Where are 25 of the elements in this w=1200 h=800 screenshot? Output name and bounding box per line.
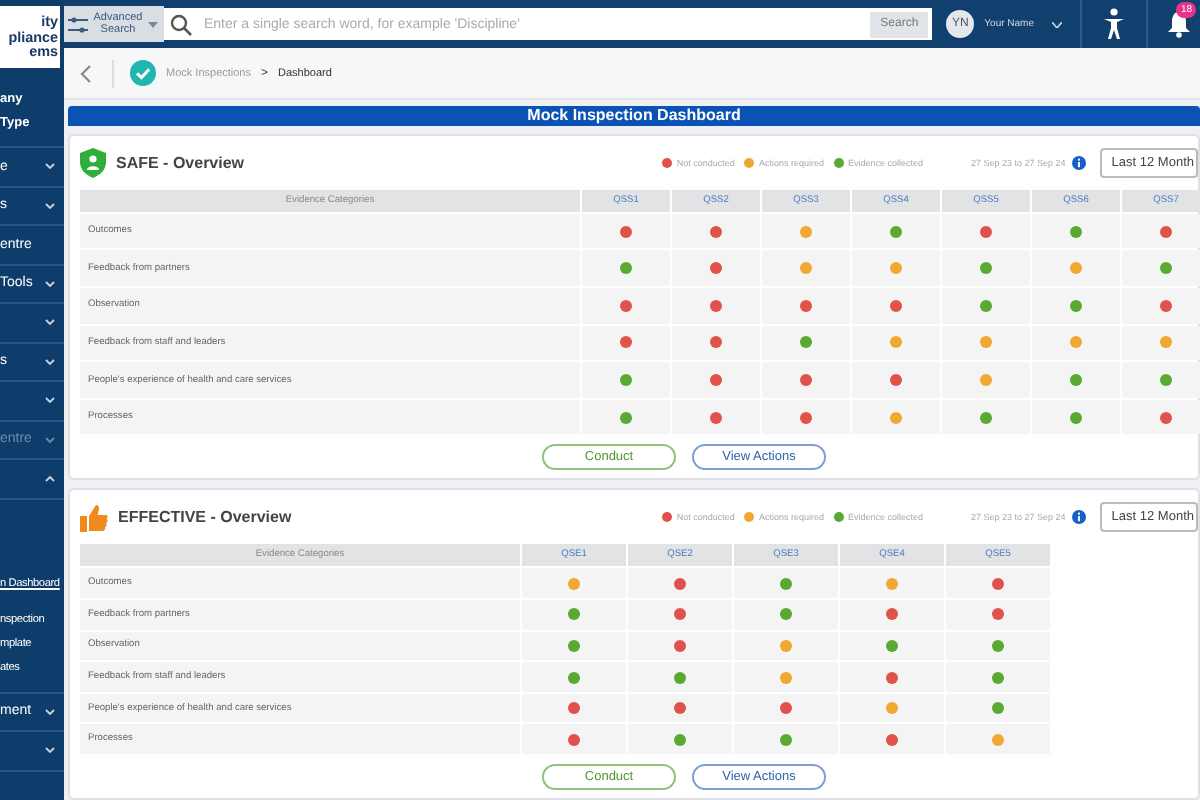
chevron-down-icon — [44, 201, 56, 210]
info-icon — [1071, 155, 1086, 170]
back-button[interactable] — [76, 63, 96, 83]
chevron-down-icon — [44, 746, 56, 755]
shield-icon — [80, 147, 106, 178]
chevron-up-icon — [44, 474, 56, 483]
thumbs-up-icon — [80, 503, 108, 532]
chevron-left-icon — [80, 63, 92, 83]
section-title: EFFECTIVE - Overview — [118, 508, 292, 527]
chevron-down-icon — [44, 357, 56, 366]
search-icon — [170, 13, 192, 35]
chevron-down-icon — [44, 162, 56, 171]
accessibility-icon — [1102, 8, 1126, 40]
chevron-down-icon — [44, 396, 56, 405]
chevron-down-icon — [44, 435, 56, 444]
chevron-down-icon — [44, 279, 56, 288]
chevron-down-icon — [44, 707, 56, 716]
caret-down-icon — [1052, 21, 1062, 27]
section-title: SAFE - Overview — [116, 153, 245, 172]
dashboard-title-bar: Mock Inspection Dashboard — [68, 106, 1200, 126]
filter-icon — [68, 15, 88, 33]
info-icon — [1071, 510, 1086, 525]
chevron-down-icon — [44, 318, 56, 327]
caret-down-icon — [148, 21, 158, 27]
check-circle-icon — [130, 60, 156, 86]
